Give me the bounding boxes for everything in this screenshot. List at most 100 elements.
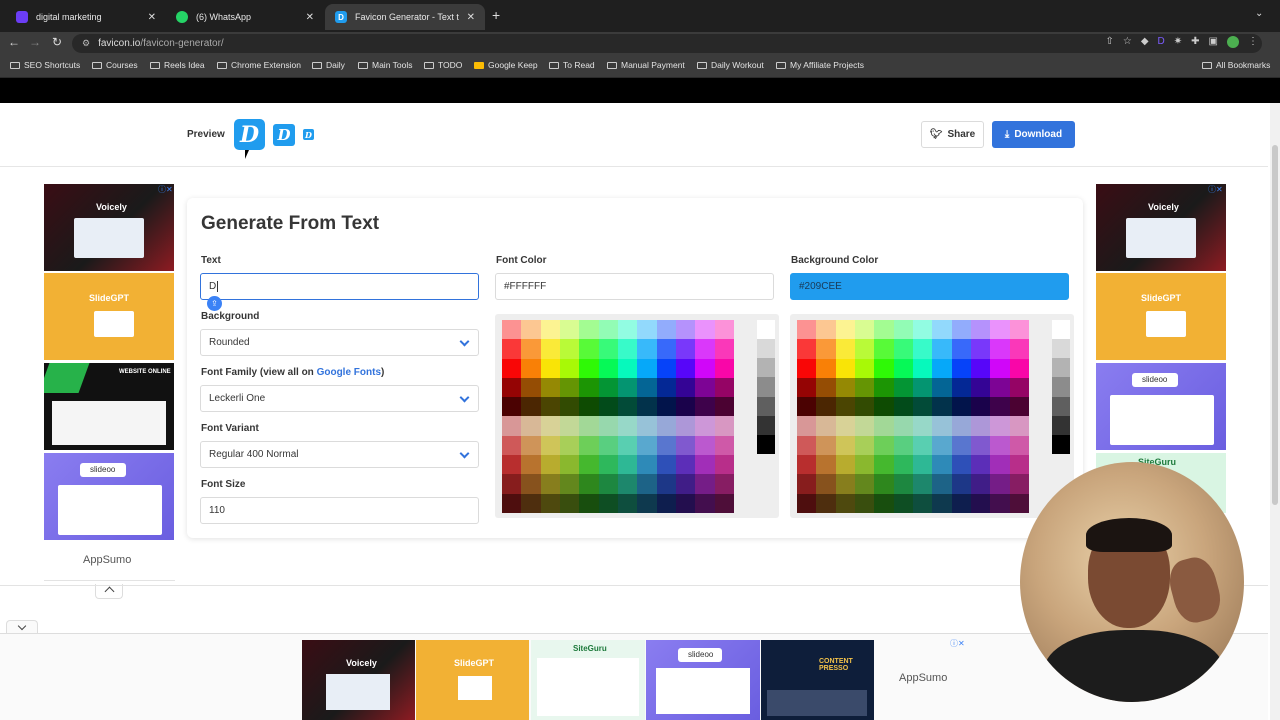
color-swatch[interactable] [579, 397, 599, 417]
color-swatch[interactable] [598, 397, 618, 417]
download-button[interactable]: ⤓ Download [992, 121, 1075, 148]
color-swatch[interactable] [816, 397, 836, 417]
color-swatch[interactable] [990, 339, 1010, 359]
color-swatch[interactable] [951, 435, 971, 456]
color-swatch[interactable] [560, 416, 580, 436]
gray-swatch[interactable] [1052, 358, 1070, 378]
color-swatch[interactable] [816, 377, 836, 398]
color-swatch[interactable] [797, 416, 817, 436]
tab-search-icon[interactable]: ⌄ [1255, 8, 1263, 19]
google-fonts-link[interactable]: Google Fonts [317, 367, 381, 378]
tab-favicon-generator[interactable]: D Favicon Generator - Text to Fa ✕ [325, 4, 485, 30]
color-swatch[interactable] [618, 339, 638, 359]
color-swatch[interactable] [521, 435, 541, 456]
color-swatch[interactable] [676, 416, 696, 436]
color-swatch[interactable] [971, 416, 991, 436]
color-swatch[interactable] [835, 455, 855, 475]
collapse-ad-button[interactable] [95, 584, 123, 599]
color-swatch[interactable] [637, 377, 657, 398]
color-swatch[interactable] [971, 455, 991, 475]
color-swatch[interactable] [797, 397, 817, 417]
color-swatch[interactable] [932, 358, 952, 378]
back-icon[interactable]: ← [3, 35, 25, 49]
gray-swatch[interactable] [1052, 396, 1070, 416]
color-swatch[interactable] [855, 339, 875, 359]
font-size-input[interactable]: 110 [200, 497, 479, 524]
color-swatch[interactable] [676, 377, 696, 398]
color-swatch[interactable] [579, 493, 599, 513]
color-swatch[interactable] [971, 320, 991, 340]
color-swatch[interactable] [540, 493, 560, 513]
color-swatch[interactable] [579, 377, 599, 398]
color-swatch[interactable] [835, 493, 855, 513]
color-swatch[interactable] [637, 474, 657, 494]
color-swatch[interactable] [656, 377, 676, 398]
color-swatch[interactable] [1009, 474, 1029, 494]
extension-gear-icon[interactable]: ✷ [1174, 36, 1182, 48]
color-swatch[interactable] [913, 320, 933, 340]
new-tab-button[interactable]: + [492, 7, 500, 23]
color-swatch[interactable] [540, 474, 560, 494]
color-swatch[interactable] [874, 493, 894, 513]
color-swatch[interactable] [656, 397, 676, 417]
color-swatch[interactable] [695, 339, 715, 359]
color-swatch[interactable] [990, 397, 1010, 417]
color-swatch[interactable] [521, 339, 541, 359]
bookmark-item[interactable]: Google Keep [474, 60, 538, 70]
color-swatch[interactable] [835, 416, 855, 436]
color-swatch[interactable] [560, 339, 580, 359]
color-swatch[interactable] [816, 416, 836, 436]
color-swatch[interactable] [951, 416, 971, 436]
color-swatch[interactable] [951, 339, 971, 359]
color-swatch[interactable] [540, 435, 560, 456]
color-swatch[interactable] [540, 358, 560, 378]
color-swatch[interactable] [855, 435, 875, 456]
color-swatch[interactable] [893, 455, 913, 475]
bottom-ad-toggle[interactable] [6, 620, 38, 633]
color-swatch[interactable] [893, 435, 913, 456]
color-swatch[interactable] [816, 358, 836, 378]
color-swatch[interactable] [637, 358, 657, 378]
color-swatch[interactable] [951, 397, 971, 417]
color-swatch[interactable] [913, 377, 933, 398]
color-swatch[interactable] [598, 455, 618, 475]
color-swatch[interactable] [560, 397, 580, 417]
ad-right-slidegpt[interactable]: SlideGPT [1096, 273, 1226, 360]
color-swatch[interactable] [598, 320, 618, 340]
bg-color-palette[interactable] [790, 314, 1074, 518]
color-swatch[interactable] [893, 358, 913, 378]
bookmark-item[interactable]: TODO [424, 60, 462, 70]
close-icon[interactable]: ✕ [467, 12, 475, 23]
color-swatch[interactable] [714, 339, 734, 359]
color-swatch[interactable] [540, 455, 560, 475]
ad-bottom-contentpresso[interactable]: CONTENT PRESSO [761, 640, 874, 720]
gray-swatch[interactable] [1052, 320, 1070, 340]
ad-bottom-voicely[interactable]: Voicely [302, 640, 415, 720]
color-swatch[interactable] [855, 493, 875, 513]
color-swatch[interactable] [579, 455, 599, 475]
color-swatch[interactable] [913, 435, 933, 456]
bookmark-item[interactable]: My Affiliate Projects [776, 60, 864, 70]
grayscale-strip[interactable] [757, 320, 775, 454]
color-swatch[interactable] [990, 474, 1010, 494]
color-swatch[interactable] [502, 397, 522, 417]
color-swatch[interactable] [579, 320, 599, 340]
color-swatch[interactable] [676, 397, 696, 417]
gray-swatch[interactable] [1052, 434, 1070, 454]
extension-d-icon[interactable]: D [1158, 36, 1165, 48]
all-bookmarks[interactable]: All Bookmarks [1202, 60, 1270, 70]
ad-left-slideoo[interactable]: slideoo [44, 453, 174, 540]
color-swatch[interactable] [618, 474, 638, 494]
color-swatch[interactable] [714, 358, 734, 378]
color-swatch[interactable] [695, 493, 715, 513]
bookmark-item[interactable]: Manual Payment [607, 60, 685, 70]
color-swatch[interactable] [1009, 493, 1029, 513]
color-swatch[interactable] [874, 435, 894, 456]
color-swatch[interactable] [932, 339, 952, 359]
ad-bottom-siteguru[interactable]: SiteGuru [531, 640, 645, 720]
color-swatch[interactable] [560, 435, 580, 456]
color-swatch[interactable] [560, 377, 580, 398]
color-swatch[interactable] [637, 455, 657, 475]
color-swatch[interactable] [913, 397, 933, 417]
tab-whatsapp[interactable]: (6) WhatsApp ✕ [166, 4, 324, 30]
